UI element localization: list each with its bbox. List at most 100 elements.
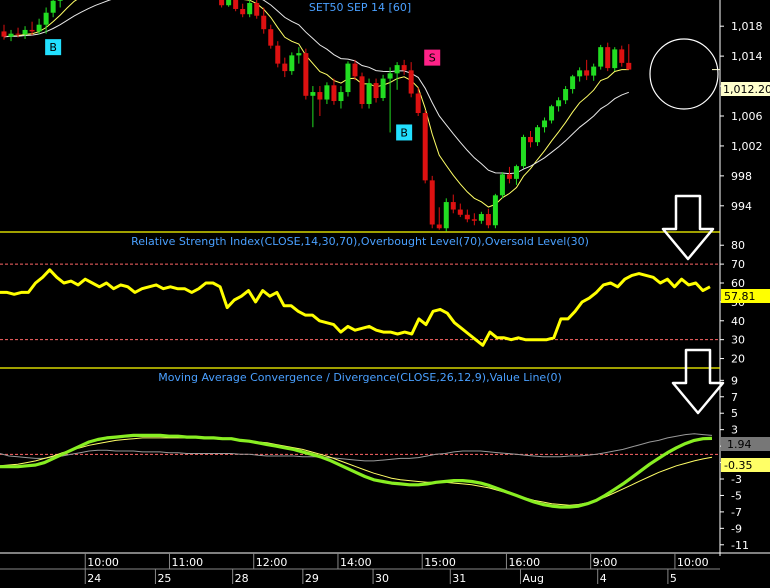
- candle-body: [268, 29, 274, 46]
- candle-body: [29, 29, 35, 32]
- candle-body: [556, 100, 562, 107]
- price-tick-label: 998: [731, 170, 752, 183]
- candle-body: [275, 45, 281, 64]
- candle-body: [57, 0, 63, 1]
- candle-body: [464, 214, 470, 220]
- rsi-value-tag: 57.81: [721, 289, 770, 303]
- candle-body: [443, 202, 449, 229]
- candle-body: [577, 70, 583, 77]
- chart-window: 9949981,0021,0061,0101,0141,018BSB 20304…: [0, 0, 770, 585]
- candle-body: [226, 0, 232, 6]
- hour-tick-label: 10:00: [677, 556, 709, 569]
- candle-body: [598, 47, 604, 67]
- candle-body: [520, 136, 526, 167]
- rsi-tick-label: 40: [731, 315, 745, 328]
- last-price-label: 1,012.20: [723, 83, 770, 96]
- candle-body: [310, 92, 316, 96]
- candle-body: [261, 15, 267, 30]
- candle-body: [50, 0, 56, 13]
- candle-body: [282, 63, 288, 72]
- candle-body: [8, 33, 14, 37]
- candle-body: [1, 31, 7, 37]
- candle-body: [254, 2, 260, 16]
- candle-body: [626, 62, 632, 70]
- macd-tick-label: -5: [731, 489, 742, 502]
- last-price-tag: 1,012.20: [721, 82, 770, 96]
- candle-body: [457, 209, 463, 215]
- rsi-tick-label: 30: [731, 334, 745, 347]
- macd-tick-label: 5: [731, 407, 738, 420]
- macd-tick-label: 3: [731, 424, 738, 437]
- candle-body: [591, 66, 597, 76]
- candle-body: [408, 70, 414, 94]
- date-tick-label: 30: [375, 572, 389, 584]
- buy-signal-label: B: [49, 41, 57, 54]
- candle-body: [478, 214, 484, 221]
- macd-value-label: 1.94: [727, 438, 752, 451]
- candle-body: [233, 0, 239, 9]
- date-tick-label: 5: [670, 572, 677, 584]
- date-tick-label: 31: [452, 572, 466, 584]
- price-tick-label: 1,006: [731, 110, 763, 123]
- candle-body: [373, 83, 379, 99]
- price-tick-label: 994: [731, 200, 752, 213]
- candle-body: [506, 174, 512, 179]
- candle-body: [338, 92, 344, 102]
- candle-body: [492, 195, 498, 226]
- signal-value-label: -0.35: [724, 459, 752, 472]
- candle-body: [415, 93, 421, 114]
- candle-body: [324, 85, 330, 100]
- candle-body: [584, 70, 590, 76]
- candle-body: [36, 24, 42, 32]
- candle-body: [563, 89, 569, 101]
- rsi-tick-label: 70: [731, 258, 745, 271]
- candle-body: [394, 65, 400, 74]
- macd-tick-label: -9: [731, 522, 742, 535]
- buy-signal-label: B: [400, 126, 408, 139]
- rsi-tick-label: 60: [731, 277, 745, 290]
- candle-body: [436, 224, 442, 229]
- candle-body: [240, 8, 246, 15]
- candle-body: [422, 113, 428, 181]
- candle-body: [219, 0, 225, 6]
- macd-tick-label: 9: [731, 374, 738, 387]
- hour-tick-label: 10:00: [87, 556, 119, 569]
- candle-body: [471, 219, 477, 221]
- hour-tick-label: 16:00: [508, 556, 540, 569]
- rsi-value-label: 57.81: [724, 290, 756, 303]
- candle-body: [612, 49, 618, 69]
- candle-body: [331, 85, 337, 102]
- candle-body: [429, 180, 435, 225]
- candle-body: [317, 92, 323, 100]
- candle-body: [528, 136, 533, 143]
- candle-body: [542, 120, 548, 128]
- macd-tick-label: -11: [731, 539, 749, 552]
- candle-body: [499, 174, 505, 196]
- date-tick-label: 24: [87, 572, 101, 584]
- candle-body: [296, 53, 302, 56]
- macd-tick-label: -3: [731, 473, 742, 486]
- candle-body: [15, 33, 21, 35]
- date-tick-label: 29: [305, 572, 319, 584]
- signal-value-tag: -0.35: [721, 458, 770, 472]
- hour-tick-label: 11:00: [171, 556, 203, 569]
- macd-tick-label: -7: [731, 506, 742, 519]
- candle-body: [43, 12, 49, 25]
- rsi-tick-label: 80: [731, 239, 745, 252]
- sell-signal-label: S: [429, 52, 436, 65]
- candle-body: [513, 166, 519, 179]
- candle-body: [570, 76, 576, 90]
- candle-body: [380, 78, 386, 99]
- candle-body: [549, 106, 555, 121]
- candle-body: [401, 65, 407, 71]
- candle-body: [387, 73, 393, 79]
- candle-body: [619, 49, 625, 63]
- hour-tick-label: 14:00: [340, 556, 372, 569]
- price-panel-title: SET50 SEP 14 [60]: [309, 1, 411, 14]
- candle-body: [359, 76, 365, 105]
- macd-tick-label: 7: [731, 391, 738, 404]
- date-tick-label: 28: [235, 572, 249, 584]
- date-tick-label: 25: [157, 572, 171, 584]
- chart-canvas[interactable]: 9949981,0021,0061,0101,0141,018BSB 20304…: [0, 0, 770, 585]
- candle-body: [450, 202, 456, 210]
